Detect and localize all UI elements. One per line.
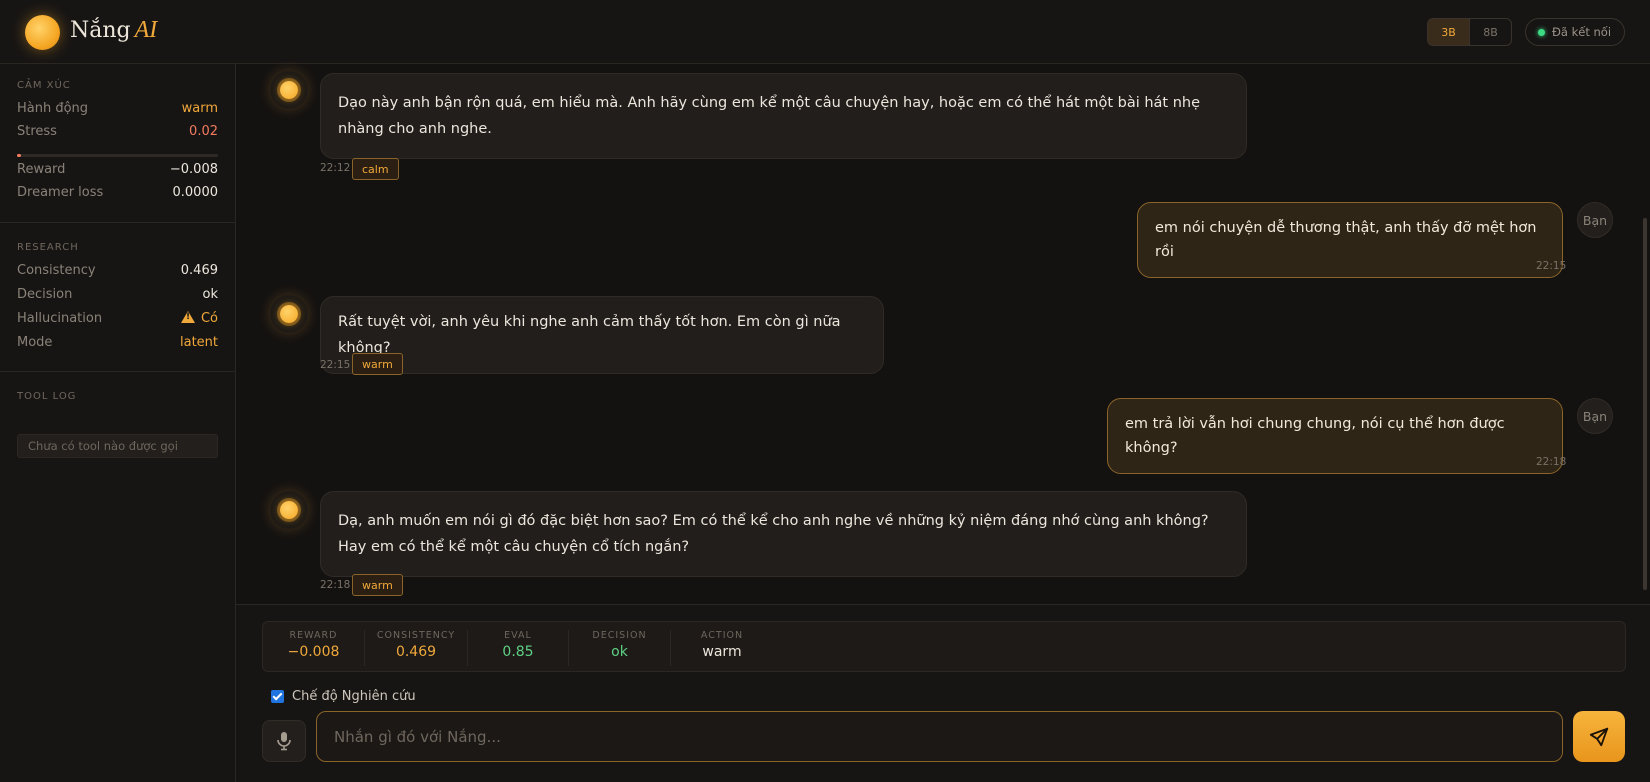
metric-label: EVAL bbox=[504, 630, 532, 641]
metric-value: −0.008 bbox=[287, 644, 340, 660]
microphone-button[interactable] bbox=[262, 720, 306, 762]
metrics-bar: REWARD −0.008 CONSISTENCY 0.469 EVAL 0.8… bbox=[262, 621, 1626, 672]
sidebar-divider bbox=[0, 371, 236, 372]
decision-value: ok bbox=[202, 286, 218, 302]
tool-log-title: TOOL LOG bbox=[17, 391, 77, 402]
warning-triangle-icon bbox=[180, 310, 195, 323]
sidebar: CẢM XÚC Hành động warm Stress 0.02 Rewar… bbox=[0, 64, 236, 782]
metric-value: ok bbox=[611, 644, 628, 660]
logo-ai: AI bbox=[134, 17, 158, 43]
metric-reward: REWARD −0.008 bbox=[263, 630, 365, 666]
connection-label: Đã kết nối bbox=[1552, 25, 1612, 39]
hallucination-row: Hallucination Có bbox=[17, 308, 218, 328]
user-message: em trả lời vẫn hơi chung chung, nói cụ t… bbox=[1107, 398, 1563, 474]
emotion-action-row: Hành động warm bbox=[17, 98, 218, 118]
message-time: 22:18 bbox=[1536, 456, 1567, 468]
ai-avatar bbox=[270, 71, 308, 109]
sun-icon bbox=[280, 81, 298, 99]
reward-row: Reward −0.008 bbox=[17, 159, 218, 179]
stress-bar-fill bbox=[17, 154, 22, 157]
research-mode-checkbox[interactable] bbox=[271, 690, 284, 703]
stress-value: 0.02 bbox=[189, 123, 218, 139]
send-button[interactable] bbox=[1573, 711, 1625, 762]
sun-icon bbox=[280, 305, 298, 323]
research-section-title: RESEARCH bbox=[17, 242, 79, 253]
user-message: em nói chuyện dễ thương thật, anh thấy đ… bbox=[1137, 202, 1563, 278]
mode-row: Mode latent bbox=[17, 332, 218, 352]
tool-log-empty: Chưa có tool nào được gọi bbox=[17, 434, 218, 458]
consistency-row: Consistency 0.469 bbox=[17, 260, 218, 280]
metric-value: warm bbox=[702, 644, 742, 660]
message-time: 22:15 bbox=[320, 359, 351, 371]
reward-label: Reward bbox=[17, 161, 66, 177]
metric-eval: EVAL 0.85 bbox=[468, 630, 569, 666]
metric-label: REWARD bbox=[289, 630, 338, 641]
ai-message: Rất tuyệt vời, anh yêu khi nghe anh cảm … bbox=[320, 296, 884, 374]
hallucination-value-wrap: Có bbox=[180, 310, 218, 326]
action-label: Hành động bbox=[17, 100, 89, 116]
message-time: 22:18 bbox=[320, 579, 351, 591]
user-avatar: Bạn bbox=[1577, 398, 1613, 434]
user-avatar: Bạn bbox=[1577, 202, 1613, 238]
logo-word: Nắng bbox=[70, 18, 131, 43]
sidebar-divider bbox=[0, 222, 236, 223]
paper-plane-icon bbox=[1589, 727, 1609, 746]
hallucination-label: Hallucination bbox=[17, 310, 103, 326]
dreamer-loss-value: 0.0000 bbox=[172, 184, 219, 200]
message-time: 22:12 bbox=[320, 162, 351, 174]
emotion-tag: calm bbox=[352, 158, 399, 180]
metric-value: 0.85 bbox=[502, 644, 534, 660]
research-mode-toggle[interactable]: Chế độ Nghiên cứu bbox=[271, 689, 416, 704]
metric-label: DECISION bbox=[592, 630, 647, 641]
microphone-icon bbox=[277, 732, 291, 751]
app-logo: Nắng AI bbox=[70, 17, 157, 44]
dreamer-loss-label: Dreamer loss bbox=[17, 184, 104, 200]
ai-message: Dạo này anh bận rộn quá, em hiểu mà. Anh… bbox=[320, 73, 1247, 159]
hallucination-value: Có bbox=[200, 310, 218, 326]
emotion-tag: warm bbox=[352, 574, 403, 596]
connection-status: Đã kết nối bbox=[1525, 18, 1625, 46]
reward-value: −0.008 bbox=[169, 161, 218, 177]
dreamer-loss-row: Dreamer loss 0.0000 bbox=[17, 182, 218, 202]
message-input[interactable] bbox=[316, 711, 1563, 762]
emotion-tag: warm bbox=[352, 353, 403, 375]
decision-label: Decision bbox=[17, 286, 73, 302]
metric-decision: DECISION ok bbox=[569, 630, 671, 666]
consistency-label: Consistency bbox=[17, 262, 96, 278]
action-value: warm bbox=[181, 100, 218, 116]
metric-action: ACTION warm bbox=[671, 630, 773, 666]
connected-dot-icon bbox=[1538, 28, 1545, 36]
stress-bar bbox=[17, 154, 218, 157]
app-header: Nắng AI 3B 8B Đã kết nối bbox=[0, 0, 1650, 64]
message-time: 22:15 bbox=[1536, 260, 1567, 272]
ai-message: Dạ, anh muốn em nói gì đó đặc biệt hơn s… bbox=[320, 491, 1247, 577]
mode-label: Mode bbox=[17, 334, 53, 350]
emotion-section-title: CẢM XÚC bbox=[17, 80, 71, 91]
sun-icon bbox=[280, 501, 298, 519]
model-option-8b[interactable]: 8B bbox=[1470, 19, 1511, 45]
ai-avatar bbox=[270, 491, 308, 529]
metric-label: CONSISTENCY bbox=[376, 630, 456, 641]
metric-consistency: CONSISTENCY 0.469 bbox=[365, 630, 468, 666]
consistency-value: 0.469 bbox=[180, 262, 218, 278]
chat-scrollbar[interactable] bbox=[1643, 218, 1647, 590]
sun-logo-icon bbox=[25, 15, 60, 50]
model-option-3b[interactable]: 3B bbox=[1428, 19, 1470, 45]
mode-value: latent bbox=[179, 334, 218, 350]
stress-label: Stress bbox=[17, 123, 57, 139]
research-mode-label: Chế độ Nghiên cứu bbox=[292, 689, 416, 704]
emotion-stress-row: Stress 0.02 bbox=[17, 121, 218, 141]
decision-row: Decision ok bbox=[17, 284, 218, 304]
metric-value: 0.469 bbox=[395, 644, 437, 660]
model-switch: 3B 8B bbox=[1427, 18, 1512, 46]
ai-avatar bbox=[270, 295, 308, 333]
metric-label: ACTION bbox=[700, 630, 744, 641]
